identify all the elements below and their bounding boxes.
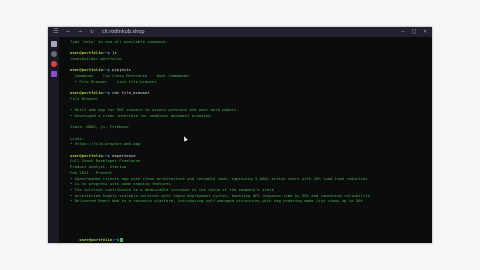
prompt-path: :~$ <box>102 50 110 56</box>
browser-sidebar <box>48 37 59 243</box>
output-text: • Built web app for PDF viewers to acces… <box>70 107 239 113</box>
prompt-command: cat file_browser <box>109 90 150 96</box>
output-text: • File Browser list file_browser <box>70 78 157 84</box>
output-text: Stack: NODE, js, Firebase <box>70 124 129 130</box>
browser-window: ☰ ← → ↻ cli.rodinkub.shop – □ × Type 'he… <box>48 27 432 243</box>
prompt-user: user@portfolio <box>79 237 113 242</box>
terminal-input-prompt[interactable]: user@portfolio:~$ <box>70 231 123 243</box>
output-text: • is in progress with some ongoing featu… <box>70 181 171 187</box>
output-text: • Developed a clean interface for seamle… <box>70 112 211 118</box>
prompt-command: ls <box>109 50 117 56</box>
output-text: Full Stack Developer Freelance <box>70 158 141 164</box>
prompt-path: :~$ <box>112 237 120 242</box>
prompt-user: user@portfolio <box>70 50 103 56</box>
prompt-path: :~$ <box>102 67 110 73</box>
extension-icon[interactable] <box>50 71 57 77</box>
terminal-output: Type 'help' to see all available command… <box>59 37 432 204</box>
prompt-path: :~$ <box>102 152 110 158</box>
prompt-command: projects <box>109 67 131 73</box>
forward-icon[interactable]: → <box>76 28 84 36</box>
text-cursor <box>120 237 123 243</box>
output-text: Product Analyst, Startup <box>70 164 127 170</box>
profile-icon[interactable] <box>50 51 57 57</box>
output-text: Type 'help' to see all available command… <box>70 39 169 44</box>
output-text: Links: <box>70 135 85 141</box>
output-text: Commands Tip Cross-Reference Dual Comman… <box>70 73 190 79</box>
refresh-icon[interactable]: ↻ <box>88 28 96 36</box>
terminal-pane[interactable]: Type 'help' to see all available command… <box>59 37 432 243</box>
output-text: File Browser <box>70 95 99 101</box>
prompt-path: :~$ <box>102 90 110 96</box>
notifications-icon[interactable] <box>50 61 57 67</box>
window-controls: – □ × <box>396 28 429 36</box>
output-text: • The solution contributed to a measurab… <box>70 186 274 192</box>
sidebar-toggle-icon[interactable]: ☰ <box>52 28 60 36</box>
prompt-command: experience <box>109 152 136 158</box>
minimize-icon[interactable]: – <box>399 28 407 36</box>
prompt-user: user@portfolio <box>70 90 103 96</box>
prompt-user: user@portfolio <box>70 67 103 73</box>
output-text: • Spearheaded clients app with clean arc… <box>70 175 368 181</box>
back-icon[interactable]: ← <box>64 28 72 36</box>
output-text: • https://file-browser.web.app <box>70 141 141 147</box>
prompt-user: user@portfolio <box>70 152 103 158</box>
browser-titlebar: ☰ ← → ↻ cli.rodinkub.shop – □ × <box>48 27 432 37</box>
home-icon[interactable] <box>50 41 57 47</box>
output-text: • Delivered React Web to a research plat… <box>70 198 363 204</box>
address-bar[interactable]: cli.rodinkub.shop <box>102 29 145 35</box>
terminal-output-line: • Delivered React Web to a research plat… <box>70 198 432 204</box>
output-text: leadsbuilder.portfolio <box>70 56 122 62</box>
maximize-icon[interactable]: □ <box>410 28 418 36</box>
close-icon[interactable]: × <box>421 28 429 36</box>
output-text: Feb 2021 - Present <box>70 169 113 175</box>
output-text: • Architected highly scalable services w… <box>70 192 370 198</box>
